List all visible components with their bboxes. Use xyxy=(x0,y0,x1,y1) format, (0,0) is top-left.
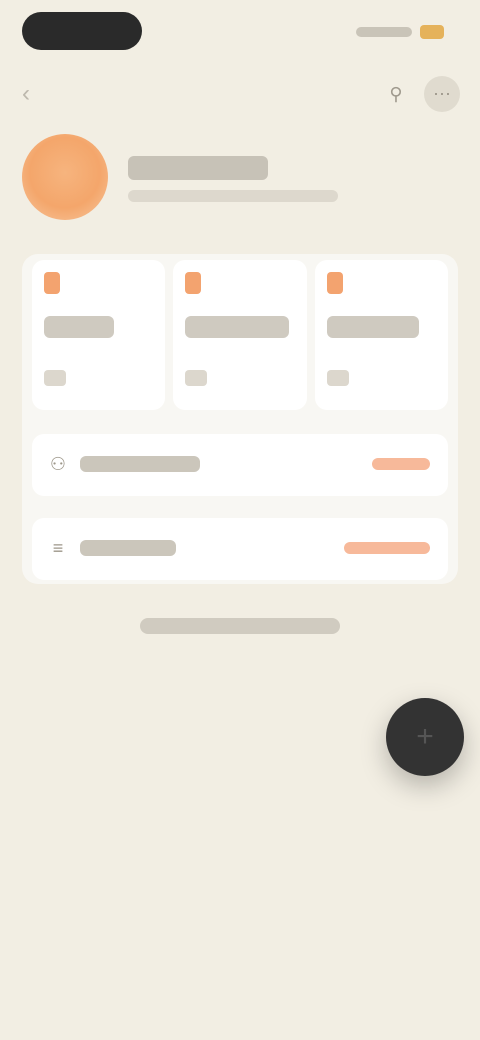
list-row[interactable]: ⚇ xyxy=(32,434,448,496)
row-action-link[interactable] xyxy=(372,458,430,470)
row-label xyxy=(80,456,200,472)
row-label xyxy=(80,540,176,556)
plus-icon[interactable]: + xyxy=(386,698,464,776)
chevron-left-icon[interactable]: ‹ xyxy=(22,80,50,108)
profile-subtitle xyxy=(128,190,338,202)
badge-icon xyxy=(326,272,343,294)
filter-icon[interactable]: ⚲ xyxy=(378,76,414,112)
dynamic-island xyxy=(22,12,142,50)
list-row[interactable]: ≡ xyxy=(32,518,448,580)
profile-name xyxy=(128,156,268,180)
badge-icon xyxy=(185,272,202,294)
tile-value xyxy=(185,370,208,386)
row-action-link[interactable] xyxy=(344,542,430,554)
footer-link[interactable] xyxy=(140,618,340,634)
stat-tile[interactable] xyxy=(173,260,307,410)
stat-tile[interactable] xyxy=(314,260,448,410)
summary-card: ⚇ ≡ xyxy=(22,254,458,584)
badge-icon xyxy=(44,272,60,294)
list-icon: ≡ xyxy=(52,538,64,558)
more-icon[interactable]: ⋯ xyxy=(424,76,460,112)
tile-label xyxy=(326,316,419,338)
tile-value xyxy=(44,370,66,386)
nav-bar: ‹ ⚲ ⋯ xyxy=(0,70,480,120)
profile-header xyxy=(22,134,458,230)
signal-icon xyxy=(356,27,412,37)
tile-label xyxy=(44,316,114,338)
nav-actions: ⚲ ⋯ xyxy=(378,76,460,112)
battery-icon xyxy=(420,25,444,39)
tile-label xyxy=(185,316,290,338)
tile-value xyxy=(326,370,349,386)
status-bar xyxy=(0,0,480,64)
status-icons xyxy=(356,22,444,42)
stat-tiles xyxy=(32,260,448,410)
stat-tile[interactable] xyxy=(32,260,166,410)
avatar[interactable] xyxy=(22,134,108,220)
user-icon: ⚇ xyxy=(49,454,67,474)
